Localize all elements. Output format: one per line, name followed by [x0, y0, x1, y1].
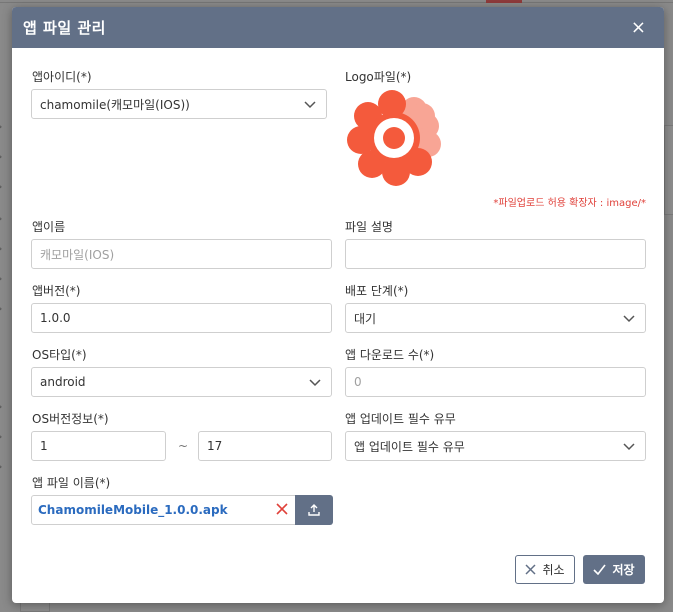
app-name-label: 앱이름: [32, 220, 66, 234]
deploy-stage-value: 대기: [354, 311, 377, 326]
os-type-value: android: [40, 375, 86, 389]
cancel-label: 취소: [542, 563, 565, 577]
download-count-label: 앱 다운로드 수(*): [345, 348, 435, 362]
download-count-input: 0: [345, 367, 646, 397]
chevron-down-icon: [623, 315, 635, 323]
modal-title: 앱 파일 관리: [23, 19, 106, 37]
upload-button[interactable]: [295, 495, 333, 525]
chevron-down-icon: [309, 379, 321, 387]
modal-header: 앱 파일 관리 ×: [12, 7, 664, 48]
app-version-label: 앱버전(*): [32, 284, 81, 298]
cancel-button[interactable]: 취소: [515, 555, 575, 584]
deploy-stage-select[interactable]: 대기: [345, 303, 646, 333]
os-version-label: OS버전정보(*): [32, 412, 109, 426]
os-version-min-input[interactable]: 1: [31, 431, 166, 461]
app-id-select[interactable]: chamomile(캐모마일(IOS)): [31, 89, 327, 119]
background-chevron-icon: ›: [0, 180, 2, 193]
background-chevron-icon: ›: [0, 460, 2, 473]
app-file-modal: 앱 파일 관리 × 앱아이디(*) chamomile(캐모마일(IOS)) L…: [12, 7, 664, 603]
logo-upload-hint: *파일업로드 허용 확장자 : image/*: [493, 198, 646, 209]
os-version-min-value: 1: [40, 439, 48, 453]
app-name-input: 캐모마일(IOS): [31, 239, 332, 269]
background-panel: [664, 125, 673, 215]
app-version-input[interactable]: 1.0.0: [31, 303, 332, 333]
update-required-value: 앱 업데이트 필수 유무: [354, 439, 465, 454]
background-chevron-icon: ›: [0, 150, 2, 163]
app-id-label: 앱아이디(*): [32, 70, 92, 84]
app-file-field: ChamomileMobile_1.0.0.apk: [31, 495, 296, 525]
update-required-select[interactable]: 앱 업데이트 필수 유무: [345, 431, 646, 461]
os-version-max-input[interactable]: 17: [198, 431, 332, 461]
save-button[interactable]: 저장: [583, 555, 645, 584]
x-icon: [525, 564, 536, 575]
chevron-down-icon: [623, 443, 635, 451]
chevron-down-icon: [304, 101, 316, 109]
background-chevron-icon: ›: [0, 272, 2, 285]
close-icon[interactable]: ×: [631, 18, 646, 37]
file-desc-input[interactable]: [345, 239, 646, 269]
deploy-stage-label: 배포 단계(*): [345, 284, 409, 298]
os-version-max-value: 17: [207, 439, 223, 453]
background-divider: [0, 2, 673, 3]
background-chevron-icon: ›: [0, 400, 2, 413]
clear-icon[interactable]: [275, 502, 289, 516]
app-file-link[interactable]: ChamomileMobile_1.0.0.apk: [38, 503, 228, 517]
app-name-value: 캐모마일(IOS): [40, 247, 115, 262]
logo-label: Logo파일(*): [345, 70, 412, 84]
app-version-value: 1.0.0: [40, 311, 71, 325]
background-chevron-icon: ›: [0, 242, 2, 255]
os-type-select[interactable]: android: [31, 367, 332, 397]
check-icon: [593, 564, 607, 575]
background-chevron-icon: ›: [0, 302, 2, 315]
upload-icon: [308, 504, 320, 516]
background-chevron-icon: ›: [0, 430, 2, 443]
background-accent: [486, 0, 522, 3]
download-count-value: 0: [354, 375, 362, 389]
app-file-label: 앱 파일 이름(*): [32, 476, 111, 490]
save-label: 저장: [612, 563, 635, 577]
background-chevron-icon: ›: [0, 212, 2, 225]
file-desc-label: 파일 설명: [345, 220, 393, 234]
app-id-value: chamomile(캐모마일(IOS)): [40, 97, 190, 112]
logo-image[interactable]: [340, 85, 452, 197]
background-chevron-icon: ›: [0, 120, 2, 133]
update-required-label: 앱 업데이트 필수 유무: [345, 412, 456, 426]
os-type-label: OS타입(*): [32, 348, 87, 362]
os-version-separator: ~: [178, 439, 189, 453]
